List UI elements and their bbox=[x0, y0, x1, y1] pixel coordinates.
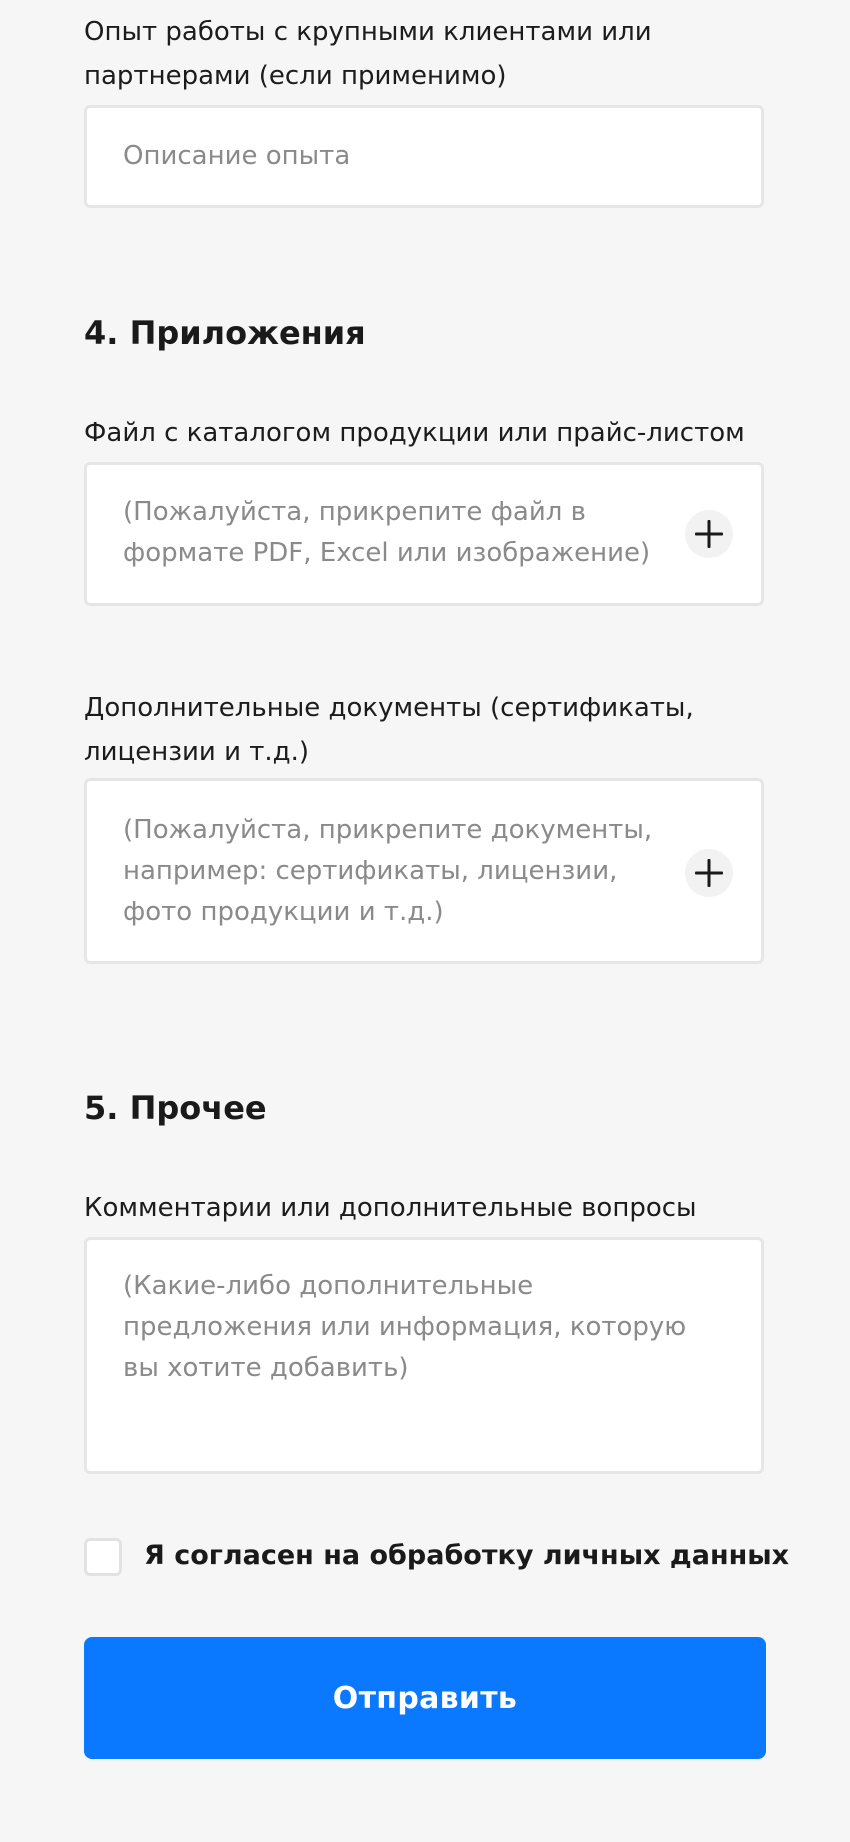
section-title-attachments: 4. Приложения bbox=[84, 314, 366, 352]
experience-label-line2: партнерами (если применимо) bbox=[84, 61, 507, 91]
section-title-other: 5. Прочее bbox=[84, 1089, 267, 1127]
catalog-hint-line1: (Пожалуйста, прикрепите файл в bbox=[123, 497, 586, 527]
comments-placeholder-line1: (Какие-либо дополнительные bbox=[123, 1271, 534, 1301]
experience-label: Опыт работы с крупными клиентами или пар… bbox=[84, 10, 774, 98]
documents-hint-line2: например: сертификаты, лицензии, bbox=[123, 856, 618, 886]
comments-textarea[interactable]: (Какие-либо дополнительные предложения и… bbox=[84, 1237, 764, 1474]
documents-hint-line3: фото продукции и т.д.) bbox=[123, 897, 444, 927]
experience-label-line1: Опыт работы с крупными клиентами или bbox=[84, 17, 652, 47]
documents-hint-line1: (Пожалуйста, прикрепите документы, bbox=[123, 815, 653, 845]
documents-upload-hint: (Пожалуйста, прикрепите документы, напри… bbox=[123, 810, 652, 933]
catalog-upload-hint: (Пожалуйста, прикрепите файл в формате P… bbox=[123, 492, 650, 574]
catalog-hint-line2: формате PDF, Excel или изображение) bbox=[123, 538, 651, 568]
plus-icon[interactable] bbox=[685, 510, 733, 558]
experience-placeholder: Описание опыта bbox=[123, 141, 351, 171]
documents-upload-field[interactable]: (Пожалуйста, прикрепите документы, напри… bbox=[84, 778, 764, 964]
documents-label: Дополнительные документы (сертификаты, л… bbox=[84, 686, 774, 774]
plus-icon[interactable] bbox=[685, 849, 733, 897]
consent-checkbox[interactable] bbox=[84, 1538, 122, 1576]
comments-placeholder-line2: предложения или информация, которую bbox=[123, 1312, 687, 1342]
application-form: Опыт работы с крупными клиентами или пар… bbox=[0, 0, 850, 1842]
consent-label[interactable]: Я согласен на обработку личных данных bbox=[144, 1534, 789, 1578]
comments-placeholder: (Какие-либо дополнительные предложения и… bbox=[123, 1266, 686, 1389]
catalog-upload-field[interactable]: (Пожалуйста, прикрепите файл в формате P… bbox=[84, 462, 764, 606]
submit-button[interactable]: Отправить bbox=[84, 1637, 766, 1759]
catalog-label: Файл с каталогом продукции или прайс-лис… bbox=[84, 418, 745, 448]
comments-label: Комментарии или дополнительные вопросы bbox=[84, 1193, 697, 1223]
comments-placeholder-line3: вы хотите добавить) bbox=[123, 1353, 409, 1383]
documents-label-line1: Дополнительные документы (сертификаты, bbox=[84, 693, 694, 723]
documents-label-line2: лицензии и т.д.) bbox=[84, 737, 310, 767]
experience-input[interactable]: Описание опыта bbox=[84, 105, 764, 208]
